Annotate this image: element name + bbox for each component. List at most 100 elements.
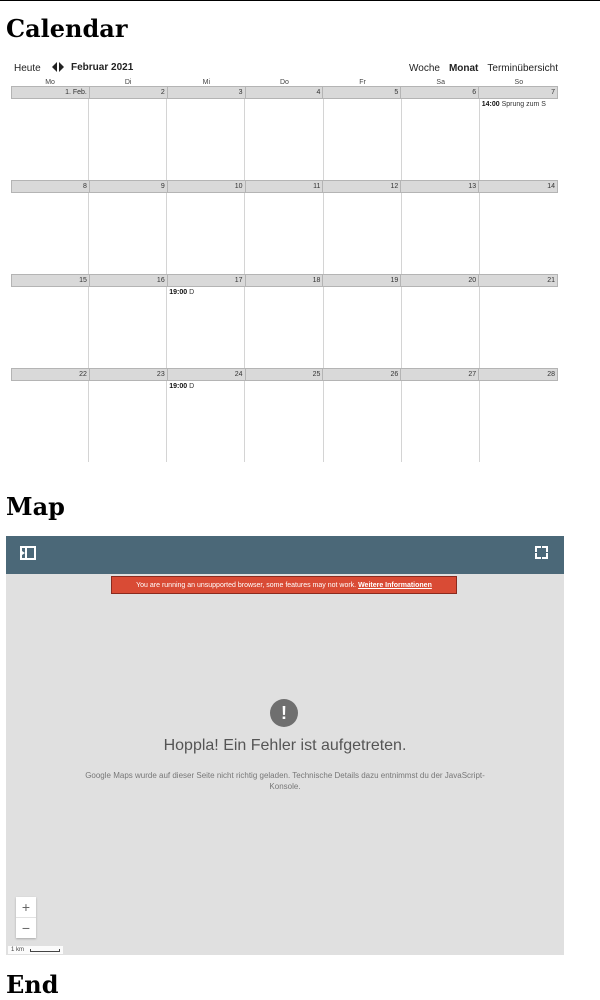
day-cell[interactable] <box>480 193 558 274</box>
warning-text: You are running an unsupported browser, … <box>136 582 357 589</box>
week-row: 8 9 10 11 12 13 14 <box>11 180 558 274</box>
day-cell[interactable] <box>167 99 246 180</box>
day-number[interactable]: 12 <box>323 181 402 192</box>
event-time: 14:00 <box>481 101 500 108</box>
day-cell[interactable] <box>89 193 168 274</box>
day-cell[interactable] <box>402 287 480 368</box>
event-time: 19:00 <box>169 383 188 390</box>
day-number[interactable]: 6 <box>401 87 480 98</box>
month-nav <box>52 61 66 73</box>
week-row: 15 16 17 18 19 20 21 19:00 D <box>11 274 558 368</box>
day-cell[interactable] <box>245 287 324 368</box>
day-number[interactable]: 2 <box>90 87 168 98</box>
sidebar-toggle-icon[interactable] <box>20 546 36 560</box>
week-row: 22 23 24 25 26 27 28 19:00 D <box>11 368 558 462</box>
zoom-out-button[interactable]: − <box>16 918 36 938</box>
day-number[interactable]: 16 <box>90 275 168 286</box>
day-number[interactable]: 11 <box>246 181 324 192</box>
current-month-label: Februar 2021 <box>71 62 134 73</box>
day-number[interactable]: 17 <box>168 275 246 286</box>
day-cell[interactable] <box>402 99 480 180</box>
day-number[interactable]: 13 <box>401 181 480 192</box>
calendar-event[interactable]: 19:00 D <box>169 383 194 390</box>
calendar-toolbar: Heute Februar 2021 Woche Monat Terminübe… <box>11 58 558 76</box>
day-number[interactable]: 24 <box>168 369 246 380</box>
week-date-bar: 1. Feb. 2 3 4 5 6 7 <box>11 86 558 99</box>
day-number[interactable]: 15 <box>12 275 90 286</box>
map-widget[interactable]: You are running an unsupported browser, … <box>6 536 564 955</box>
zoom-control: + − <box>16 897 36 938</box>
day-number[interactable]: 22 <box>12 369 90 380</box>
day-number[interactable]: 27 <box>401 369 480 380</box>
day-number[interactable]: 7 <box>479 87 557 98</box>
calendar-event[interactable]: 19:00 D <box>169 289 194 296</box>
day-number[interactable]: 8 <box>12 181 90 192</box>
view-agenda-tab[interactable]: Terminübersicht <box>487 63 558 74</box>
day-cell[interactable] <box>89 99 168 180</box>
prev-month-icon[interactable] <box>52 62 57 72</box>
day-cell[interactable] <box>89 287 168 368</box>
end-heading: End <box>6 970 59 999</box>
view-month-tab[interactable]: Monat <box>449 63 478 74</box>
week-row: 1. Feb. 2 3 4 5 6 7 14:00 Sprung zum S <box>11 86 558 180</box>
day-number[interactable]: 14 <box>479 181 557 192</box>
day-number[interactable]: 3 <box>168 87 246 98</box>
day-cell[interactable] <box>11 381 90 462</box>
scale-bar <box>30 949 60 952</box>
calendar-heading: Calendar <box>6 14 128 43</box>
event-title: Sprung zum S <box>501 101 546 108</box>
zoom-in-button[interactable]: + <box>16 897 36 917</box>
event-title: D <box>189 289 195 296</box>
next-month-icon[interactable] <box>59 62 64 72</box>
day-cell[interactable] <box>245 381 324 462</box>
day-cell[interactable] <box>480 381 558 462</box>
day-cell[interactable]: 19:00 D <box>167 287 246 368</box>
calendar: Heute Februar 2021 Woche Monat Terminübe… <box>11 58 558 462</box>
error-title: Hoppla! Ein Fehler ist aufgetreten. <box>163 737 407 754</box>
day-cell[interactable] <box>167 193 246 274</box>
day-cell[interactable] <box>324 287 402 368</box>
day-cell[interactable]: 19:00 D <box>167 381 246 462</box>
day-number[interactable]: 10 <box>168 181 246 192</box>
day-cell[interactable] <box>324 381 402 462</box>
week-day-cells: 19:00 D <box>11 287 558 368</box>
map-toolbar <box>6 536 564 574</box>
day-cell[interactable] <box>11 287 90 368</box>
day-number[interactable]: 20 <box>401 275 480 286</box>
day-number[interactable]: 25 <box>246 369 324 380</box>
calendar-event[interactable]: 14:00 Sprung zum S <box>482 101 546 108</box>
day-number[interactable]: 26 <box>323 369 402 380</box>
view-week-tab[interactable]: Woche <box>409 63 440 74</box>
day-number[interactable]: 5 <box>323 87 402 98</box>
day-cell[interactable] <box>245 99 324 180</box>
day-cell[interactable] <box>245 193 324 274</box>
day-number[interactable]: 9 <box>90 181 168 192</box>
day-cell[interactable] <box>480 287 558 368</box>
day-number[interactable]: 4 <box>246 87 324 98</box>
day-number[interactable]: 21 <box>479 275 557 286</box>
unsupported-browser-banner: You are running an unsupported browser, … <box>111 576 457 594</box>
day-number[interactable]: 23 <box>90 369 168 380</box>
day-cell[interactable] <box>11 193 90 274</box>
week-date-bar: 8 9 10 11 12 13 14 <box>11 180 558 193</box>
week-day-cells: 14:00 Sprung zum S <box>11 99 558 180</box>
day-number[interactable]: 18 <box>246 275 324 286</box>
error-description: Google Maps wurde auf dieser Seite nicht… <box>85 771 485 791</box>
day-cell[interactable] <box>402 193 480 274</box>
day-cell[interactable] <box>324 193 402 274</box>
day-cell[interactable] <box>324 99 402 180</box>
day-number[interactable]: 1. Feb. <box>12 87 90 98</box>
day-number[interactable]: 28 <box>479 369 557 380</box>
week-day-cells <box>11 193 558 274</box>
fullscreen-icon[interactable] <box>535 546 548 559</box>
day-cell[interactable] <box>89 381 168 462</box>
today-button[interactable]: Heute <box>14 63 41 74</box>
week-day-cells: 19:00 D <box>11 381 558 462</box>
day-cell[interactable] <box>11 99 90 180</box>
week-date-bar: 15 16 17 18 19 20 21 <box>11 274 558 287</box>
day-cell[interactable]: 14:00 Sprung zum S <box>480 99 558 180</box>
day-number[interactable]: 19 <box>323 275 402 286</box>
day-cell[interactable] <box>402 381 480 462</box>
more-info-link[interactable]: Weitere Informationen <box>358 582 432 589</box>
map-heading: Map <box>6 492 65 521</box>
